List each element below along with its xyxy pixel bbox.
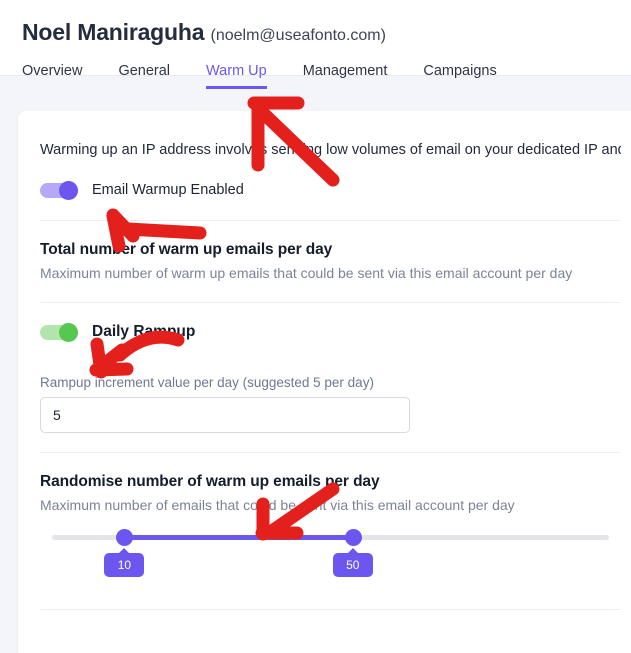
- warm-up-settings-page: Noel Maniraguha (noelm@useafonto.com) Ov…: [0, 0, 631, 653]
- slider-badge-min: 10: [104, 548, 145, 577]
- randomise-range-slider[interactable]: 10 50: [40, 515, 621, 601]
- email-warmup-toggle[interactable]: [40, 181, 80, 200]
- tab-overview[interactable]: Overview: [22, 63, 82, 89]
- account-email: (noelm@useafonto.com): [210, 27, 386, 44]
- randomise-section: Randomise number of warm up emails per d…: [40, 453, 621, 515]
- tab-general-label: General: [118, 63, 171, 79]
- rampup-increment-input[interactable]: [40, 397, 410, 433]
- tab-overview-label: Overview: [22, 63, 83, 79]
- slider-thumb-min[interactable]: [116, 529, 134, 546]
- page-header: Noel Maniraguha (noelm@useafonto.com) Ov…: [0, 0, 631, 89]
- slider-rail[interactable]: 10 50: [52, 529, 609, 577]
- tab-management-label: Management: [302, 63, 388, 79]
- intro-text: Warming up an IP address involves sendin…: [40, 142, 621, 158]
- total-emails-section: Total number of warm up emails per day M…: [40, 221, 621, 302]
- randomise-subtitle: Maximum number of emails that could be s…: [40, 497, 515, 513]
- tab-warm-up-label: Warm Up: [206, 63, 267, 79]
- slider-badge-max: 50: [332, 548, 373, 577]
- email-warmup-row: Email Warmup Enabled: [40, 160, 621, 220]
- tab-campaigns-label: Campaigns: [423, 63, 497, 79]
- rampup-increment-label: Rampup increment value per day (suggeste…: [40, 375, 374, 390]
- tab-general[interactable]: General: [118, 63, 170, 89]
- toggle-knob: [59, 181, 78, 200]
- account-name: Noel Maniraguha: [22, 19, 205, 45]
- tab-campaigns[interactable]: Campaigns: [423, 63, 496, 89]
- page-title: Noel Maniraguha (noelm@useafonto.com): [0, 18, 631, 50]
- daily-rampup-row: Daily Rampup: [40, 303, 621, 361]
- email-warmup-label: Email Warmup Enabled: [92, 182, 244, 198]
- tab-management[interactable]: Management: [303, 63, 388, 89]
- daily-rampup-label: Daily Rampup: [92, 323, 196, 340]
- tab-warm-up[interactable]: Warm Up: [206, 63, 267, 89]
- daily-rampup-toggle[interactable]: [40, 323, 80, 342]
- slider-thumb-max[interactable]: [344, 529, 362, 546]
- toggle-knob: [59, 323, 78, 342]
- rampup-increment-block: Rampup increment value per day (suggeste…: [40, 361, 621, 452]
- total-emails-subtitle: Maximum number of warm up emails that co…: [40, 265, 573, 281]
- total-emails-title: Total number of warm up emails per day: [40, 241, 333, 258]
- randomise-title: Randomise number of warm up emails per d…: [40, 473, 380, 490]
- warm-up-settings-card: Warming up an IP address involves sendin…: [18, 111, 631, 653]
- tab-bar: Overview General Warm Up Management Camp…: [0, 59, 631, 89]
- slider-fill: [124, 535, 353, 540]
- divider-4: [40, 609, 621, 610]
